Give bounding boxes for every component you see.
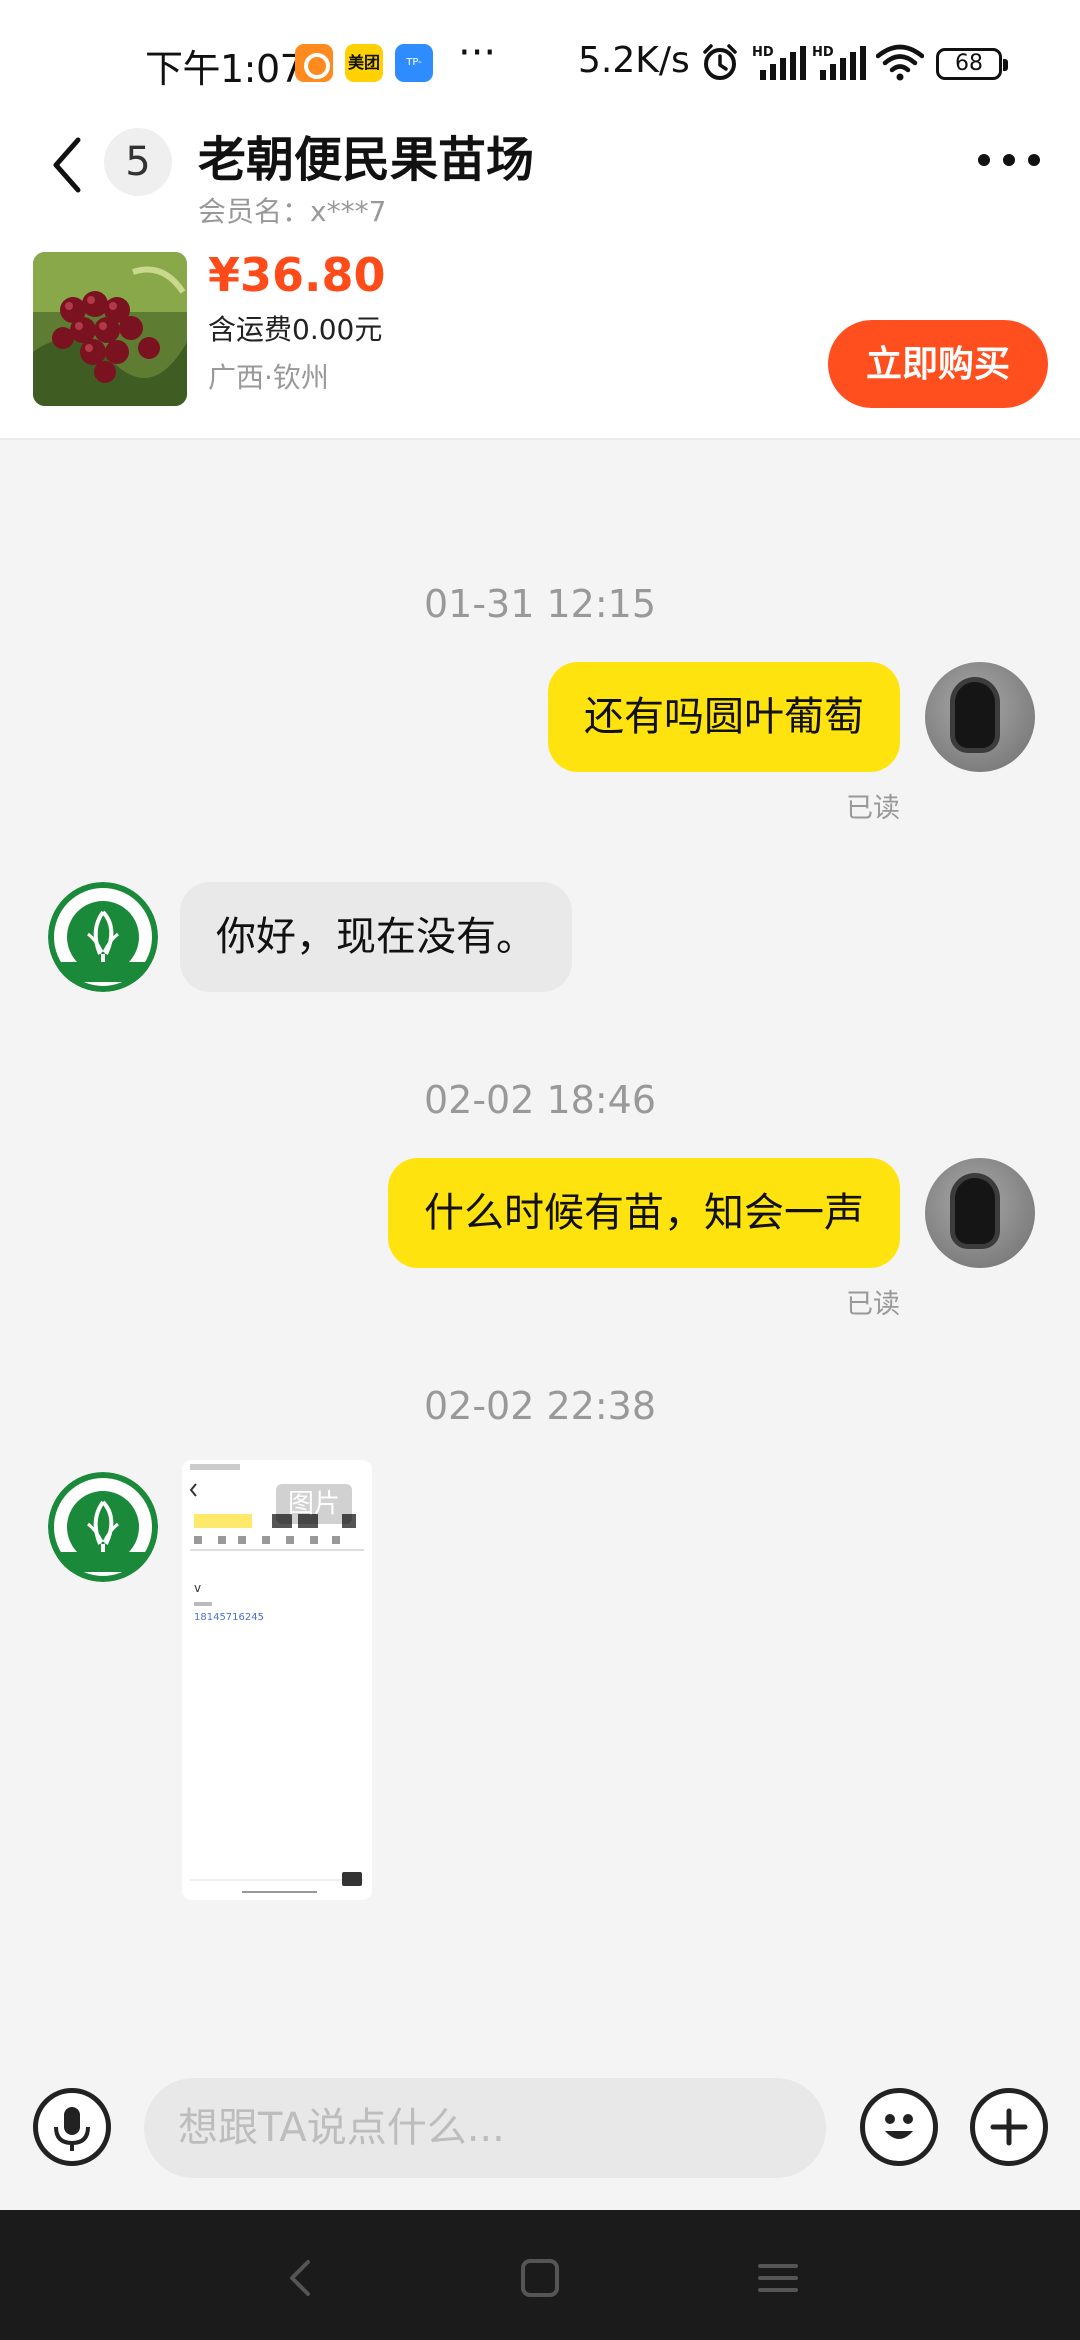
message-timestamp: 02-02 22:38 — [423, 1384, 656, 1428]
input-bar — [0, 2060, 1080, 2210]
network-speed: 5.2K/s — [578, 40, 690, 81]
tplink-label: TP-LINK — [402, 57, 426, 106]
back-arrow-icon[interactable] — [44, 130, 88, 200]
message-timestamp: 02-02 18:46 — [423, 1078, 656, 1122]
my-message-bubble[interactable]: 什么时候有苗，知会一声 — [388, 1158, 900, 1268]
my-message-bubble[interactable]: 还有吗圆叶葡萄 — [548, 662, 900, 772]
shop-avatar[interactable] — [48, 1472, 158, 1582]
message-timestamp: 01-31 12:15 — [423, 582, 656, 626]
read-status: 已读 — [846, 793, 900, 824]
battery-icon: 68 — [936, 48, 1008, 80]
tplink-app-icon: TP-LINK — [395, 44, 433, 106]
alarm-icon — [703, 44, 737, 80]
my-avatar[interactable] — [925, 662, 1035, 772]
nav-home-icon[interactable] — [510, 2248, 570, 2308]
svg-text:HD: HD — [752, 45, 774, 60]
signal-hd-icon: HD — [752, 45, 806, 80]
read-status: 已读 — [846, 1289, 900, 1320]
message-input[interactable] — [144, 2078, 826, 2178]
unread-count-badge[interactable]: 5 — [104, 128, 172, 196]
more-actions-button[interactable] — [970, 2088, 1048, 2166]
wifi-icon — [876, 44, 924, 81]
image-tag: 图片 — [276, 1484, 352, 1524]
image-message[interactable]: v 图片 18145716245 — [182, 1460, 372, 1900]
product-location: 广西·钦州 — [208, 361, 329, 394]
nav-menu-icon[interactable] — [748, 2248, 808, 2308]
emoji-icon — [885, 2114, 913, 2139]
buy-now-button[interactable]: 立即购买 — [828, 320, 1048, 408]
system-nav-bar — [0, 2210, 1080, 2340]
shop-message-bubble[interactable]: 你好，现在没有。 — [180, 882, 572, 992]
voice-input-button[interactable] — [33, 2088, 111, 2166]
shop-avatar[interactable] — [48, 882, 158, 992]
emoji-button[interactable] — [860, 2088, 938, 2166]
chat-header: 5 老朝便民果苗场 会员名：x***7 ¥36.80 含运费0.00元 广西·钦… — [0, 120, 1080, 440]
orange-app-icon — [295, 44, 333, 82]
svg-text:v: v — [194, 1581, 201, 1595]
status-more-dots: ··· — [458, 30, 497, 76]
image-phone-number: 18145716245 — [194, 1612, 264, 1623]
signal-hd-icon-2: HD — [812, 45, 866, 80]
status-bar: 下午1:07 美团 TP-LINK ··· 5.2K/s HD HD 68 — [0, 0, 1080, 120]
chat-messages[interactable]: 01-31 12:15 还有吗圆叶葡萄 已读 你好，现在没有。 02-02 18… — [0, 442, 1080, 2060]
member-name: 会员名：x***7 — [198, 195, 387, 228]
more-options-icon[interactable] — [978, 150, 1040, 170]
nav-back-icon[interactable] — [272, 2248, 332, 2308]
status-time: 下午1:07 — [145, 47, 304, 91]
meituan-app-icon: 美团 — [345, 44, 383, 82]
shipping-fee: 含运费0.00元 — [208, 313, 383, 346]
product-price: ¥36.80 — [208, 248, 386, 302]
svg-text:HD: HD — [812, 45, 834, 60]
plus-icon — [990, 2108, 1028, 2146]
my-avatar[interactable] — [925, 1158, 1035, 1268]
product-thumbnail[interactable] — [33, 252, 187, 406]
microphone-icon — [54, 2107, 90, 2151]
